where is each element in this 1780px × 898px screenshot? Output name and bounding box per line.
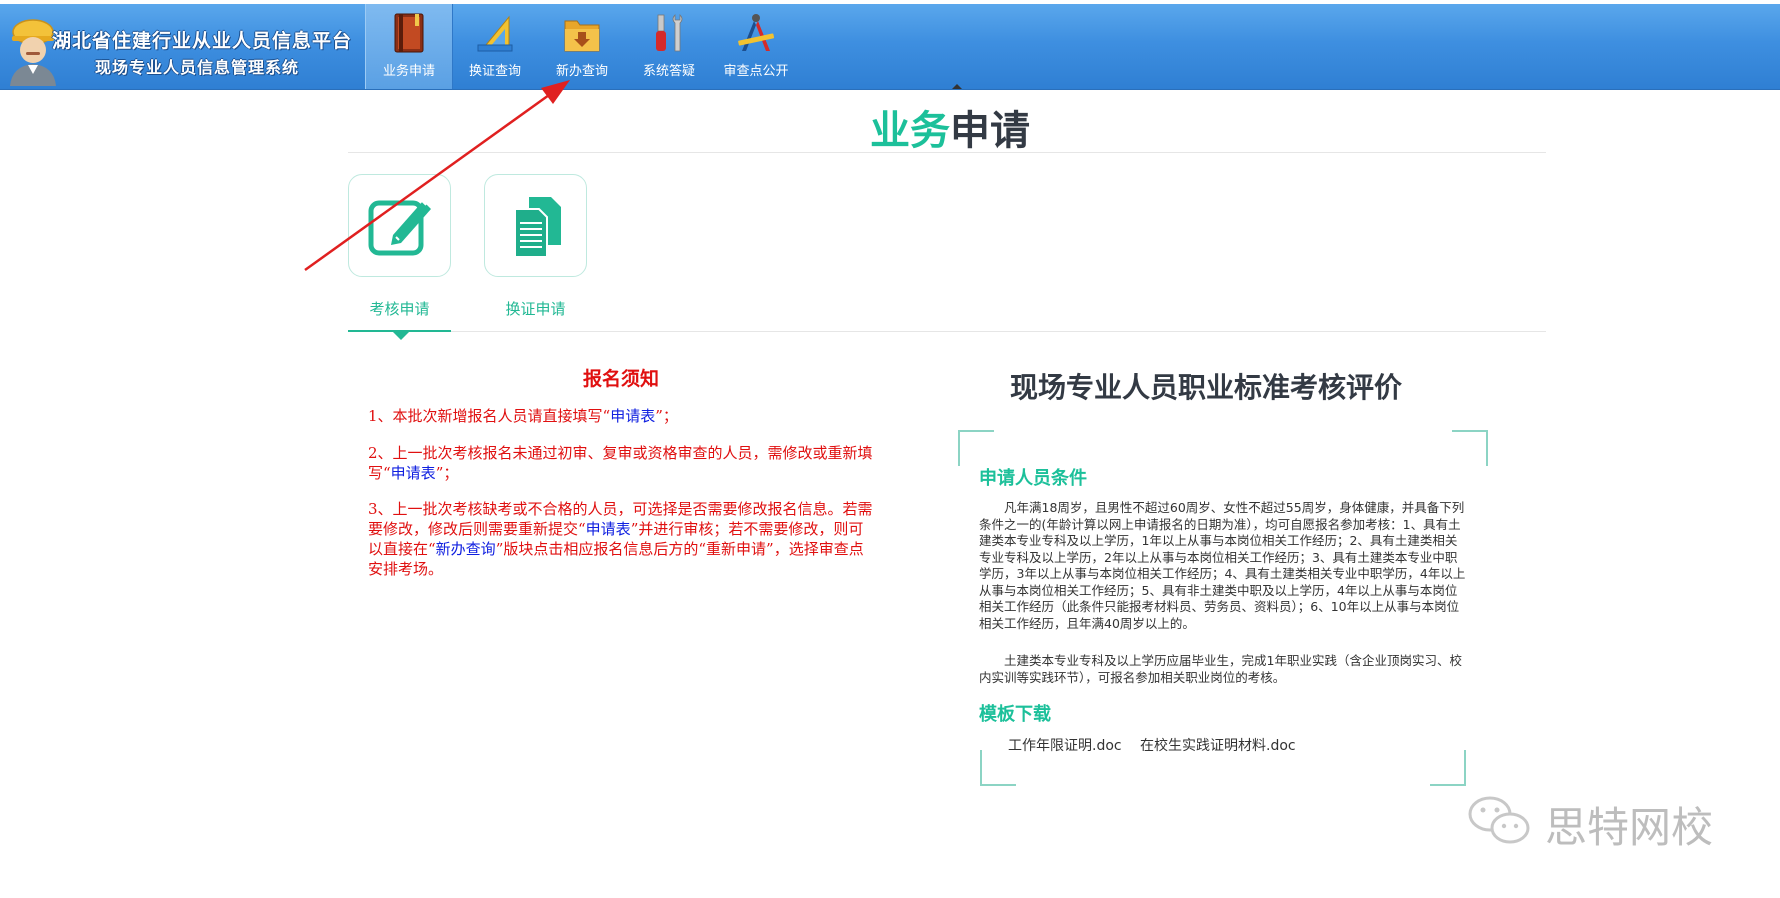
watermark-text: 思特网校 — [1545, 803, 1714, 852]
annotation-arrow — [304, 80, 570, 272]
